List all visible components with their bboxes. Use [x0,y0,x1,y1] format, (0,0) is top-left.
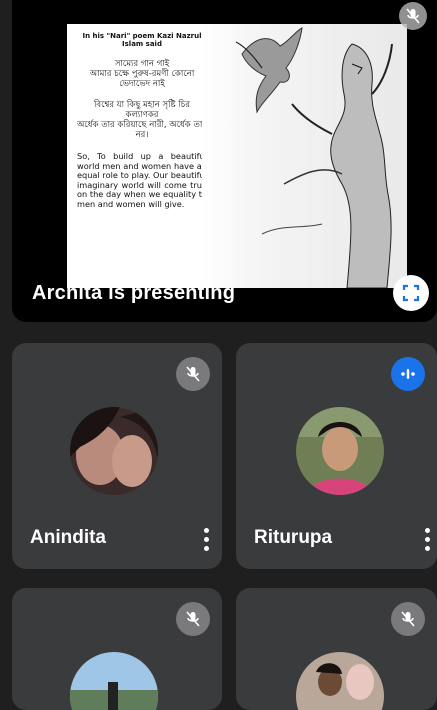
presenter-label: Archita is presenting [32,282,236,304]
avatar [70,652,158,710]
avatar [70,407,158,495]
more-dot-icon [203,527,209,533]
presenter-mic-muted-icon [399,2,427,30]
fullscreen-button[interactable] [393,275,429,311]
slide-bengali-verse-1: সাম্যের গান গাই আমার চক্ষে পুরুষ-রমণী কো… [89,59,195,89]
participant-tile[interactable]: Riturupa [236,343,437,569]
mic-muted-icon [176,357,210,391]
more-dot-icon [203,536,209,542]
more-options-button[interactable] [417,519,437,559]
mic-muted-icon [391,602,425,636]
participant-tile[interactable] [12,588,222,710]
woman-with-dove-illustration [235,27,393,288]
participant-tile[interactable]: Anindita [12,343,222,569]
speaking-indicator-icon [391,357,425,391]
avatar [296,652,384,710]
participant-name: Riturupa [254,527,333,548]
more-dot-icon [203,545,209,551]
mic-muted-icon [176,602,210,636]
more-options-button[interactable] [196,519,216,559]
slide-artwork [202,24,407,288]
more-dot-icon [424,545,430,551]
slide-english-text: So, To build up a beautiful world men an… [77,151,207,209]
more-dot-icon [424,536,430,542]
slide-bengali-verse-2: বিশ্বের যা কিছু মহান সৃষ্টি চির কল্যাণকর… [77,100,207,140]
slide-heading: In his "Nari" poem Kazi Nazrul Islam sai… [82,32,202,49]
shared-slide: In his "Nari" poem Kazi Nazrul Islam sai… [67,24,407,288]
participant-name: Anindita [30,527,106,548]
fullscreen-icon [402,284,420,302]
slide-text: In his "Nari" poem Kazi Nazrul Islam sai… [77,32,207,221]
presentation-tile[interactable]: In his "Nari" poem Kazi Nazrul Islam sai… [12,0,437,322]
avatar [296,407,384,495]
more-dot-icon [424,527,430,533]
participant-tile[interactable] [236,588,437,710]
